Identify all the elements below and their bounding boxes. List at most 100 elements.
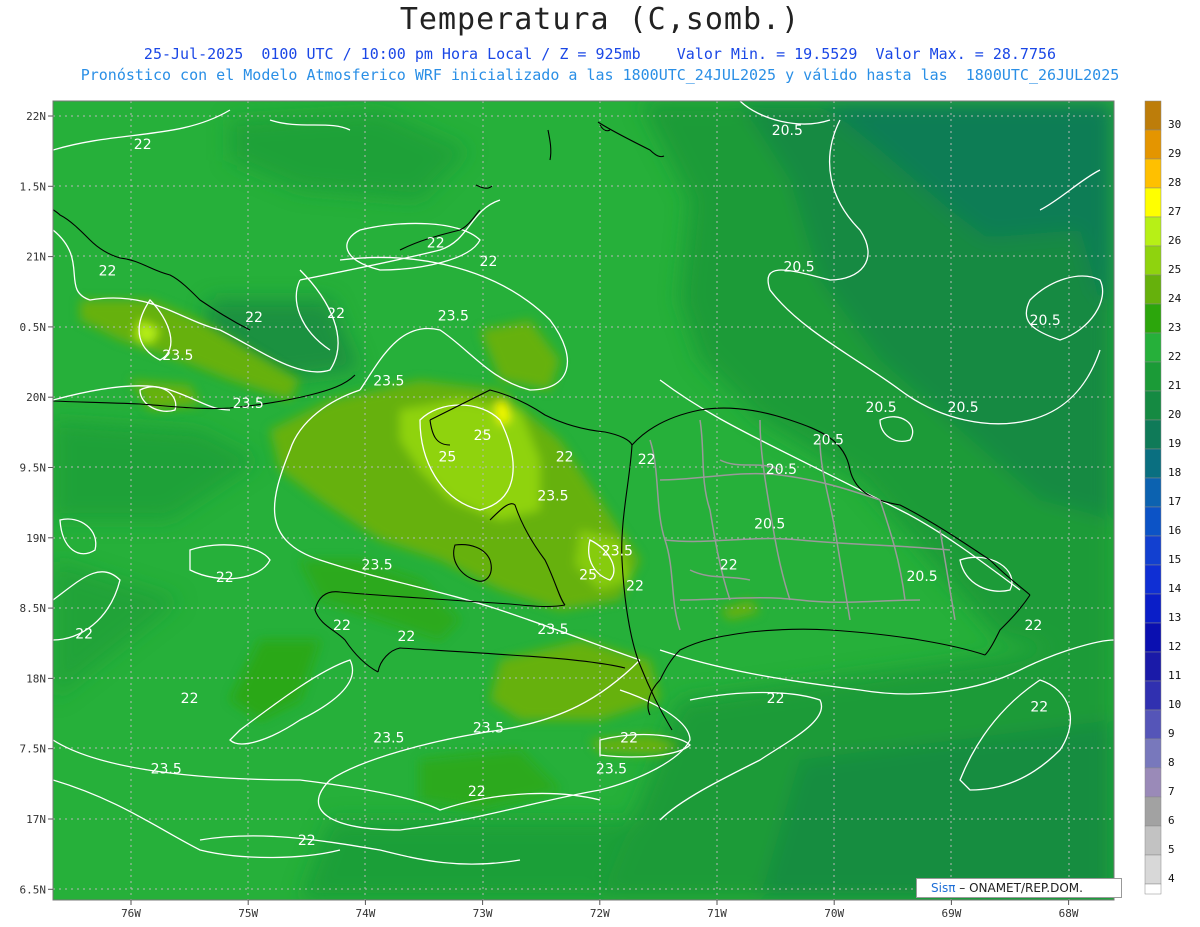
color-level-label: 8	[1168, 756, 1175, 769]
contour-label: 22	[398, 629, 416, 645]
color-level-label: 11	[1168, 669, 1181, 682]
lat-tick-label: 1.5N	[20, 180, 47, 193]
color-swatch	[1144, 390, 1162, 421]
contour-label: 22	[134, 137, 152, 153]
contour-label: 22	[1030, 700, 1048, 716]
color-level-label: 7	[1168, 785, 1175, 798]
lat-tick-label: 17N	[26, 813, 46, 826]
color-level-label: 29	[1168, 147, 1181, 160]
color-level-label: 27	[1168, 205, 1181, 218]
lat-tick-label: 18N	[26, 672, 46, 685]
color-swatch	[1144, 332, 1162, 363]
contour-label: 20.5	[754, 517, 785, 533]
longitude-axis: 76W 75W 74W 73W 72W 71W 70W 69W 68W	[121, 900, 1079, 920]
color-level-label: 22	[1168, 350, 1181, 363]
color-swatch	[1144, 593, 1162, 624]
color-level-label: 4	[1168, 872, 1175, 885]
contour-label: 20.5	[783, 259, 814, 275]
contour-label: 23.5	[537, 622, 568, 638]
contour-label: 22	[181, 691, 199, 707]
lon-tick-label: 71W	[707, 907, 727, 920]
lon-tick-label: 74W	[355, 907, 375, 920]
lon-tick-label: 76W	[121, 907, 141, 920]
color-swatch	[1144, 680, 1162, 711]
color-level-label: 30	[1168, 118, 1181, 131]
contour-label: 22	[75, 626, 93, 642]
color-swatch	[1144, 419, 1162, 450]
color-scale: 30 29 28 27 26 25 24 23 22 21 20 19 18 17 16 15 14 13 12 11…	[1144, 100, 1182, 895]
color-swatch	[1144, 883, 1162, 895]
lon-tick-label: 70W	[824, 907, 844, 920]
color-level-label: 24	[1168, 292, 1182, 305]
contour-label: 22	[216, 570, 234, 586]
color-swatch	[1144, 738, 1162, 769]
color-swatch	[1144, 274, 1162, 305]
color-level-label: 18	[1168, 466, 1181, 479]
contour-label: 22	[556, 449, 574, 465]
color-swatch	[1144, 245, 1162, 276]
color-swatch	[1144, 825, 1162, 856]
lat-tick-label: 21N	[26, 251, 46, 264]
lon-tick-label: 75W	[238, 907, 258, 920]
lon-tick-label: 69W	[941, 907, 961, 920]
contour-label: 22	[620, 730, 638, 746]
color-swatch	[1144, 303, 1162, 334]
contour-label: 22	[327, 306, 345, 322]
latitude-axis: 22N 1.5N 21N 0.5N 20N 9.5N 19N 8.5N 18N 7.5N 17N 6.…	[20, 110, 53, 896]
contour-label: 23.5	[473, 721, 504, 737]
color-swatch	[1144, 100, 1162, 131]
color-swatch	[1144, 622, 1162, 653]
contour-label: 23.5	[537, 489, 568, 505]
contour-label: 22	[626, 579, 644, 595]
color-level-label: 15	[1168, 553, 1181, 566]
lat-tick-label: 9.5N	[20, 462, 47, 475]
color-level-label: 25	[1168, 263, 1181, 276]
lon-tick-label: 73W	[473, 907, 493, 920]
color-level-label: 21	[1168, 379, 1181, 392]
lat-tick-label: 7.5N	[20, 743, 47, 756]
contour-label: 25	[579, 567, 597, 583]
color-level-label: 6	[1168, 814, 1175, 827]
contour-label: 22	[333, 618, 351, 634]
contour-label: 22	[1025, 618, 1043, 634]
color-swatch	[1144, 796, 1162, 827]
lat-tick-label: 0.5N	[20, 321, 47, 334]
contour-label: 23.5	[233, 396, 264, 412]
color-swatch	[1144, 854, 1162, 885]
color-swatch	[1144, 477, 1162, 508]
contour-label: 25	[474, 428, 492, 444]
contour-label: 22	[480, 254, 498, 270]
color-swatch	[1144, 709, 1162, 740]
credit-box: Sisπ – ONAMET/REP.DOM.	[916, 878, 1122, 898]
color-swatch	[1144, 361, 1162, 392]
contour-label: 22	[99, 264, 117, 280]
color-swatch	[1144, 129, 1162, 160]
color-level-label: 16	[1168, 524, 1181, 537]
contour-label: 22	[427, 236, 445, 252]
color-swatch	[1144, 564, 1162, 595]
contour-label: 22	[767, 691, 785, 707]
contour-label: 23.5	[162, 348, 193, 364]
color-swatch	[1144, 767, 1162, 798]
color-level-label: 19	[1168, 437, 1181, 450]
contour-label: 23.5	[362, 558, 393, 574]
color-swatch	[1144, 448, 1162, 479]
contour-label: 22	[245, 310, 263, 326]
sispi-logo: Sisπ	[931, 881, 956, 895]
contour-label: 22	[720, 558, 738, 574]
contour-label: 23.5	[151, 761, 182, 777]
contour-label: 25	[439, 449, 457, 465]
lat-tick-label: 6.5N	[20, 883, 47, 896]
temperature-map: 22N 1.5N 21N 0.5N 20N 9.5N 19N 8.5N 18N 7.5N 17N 6.…	[20, 100, 1182, 920]
color-swatch	[1144, 216, 1162, 247]
contour-label: 23.5	[438, 309, 469, 325]
color-level-label: 13	[1168, 611, 1181, 624]
color-swatch	[1144, 158, 1162, 189]
color-level-label: 10	[1168, 698, 1181, 711]
contour-label: 20.5	[865, 400, 896, 416]
contour-label: 22	[638, 452, 656, 468]
contour-label: 22	[298, 833, 316, 849]
contour-label: 22	[468, 784, 486, 800]
color-level-label: 28	[1168, 176, 1181, 189]
color-level-label: 9	[1168, 727, 1175, 740]
